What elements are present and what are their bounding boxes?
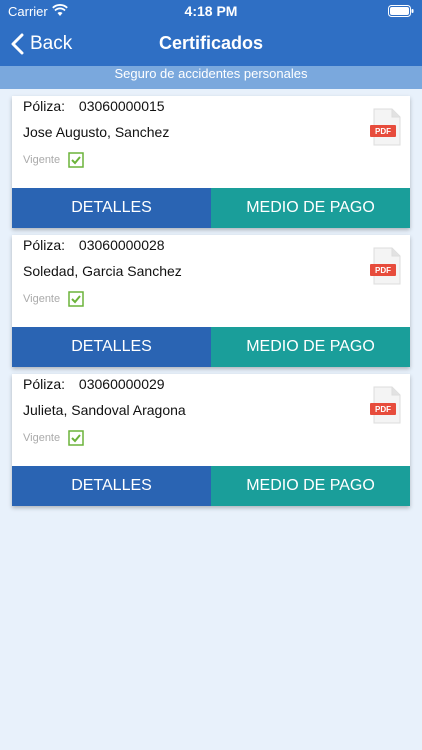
policy-number: 03060000028: [78, 237, 165, 253]
nav-header: Carrier 4:18 PM Back Certificados: [0, 0, 422, 66]
subtitle-bar: Seguro de accidentes personales: [0, 66, 422, 89]
certificate-card: Póliza: 03060000029 Julieta, Sandoval Ar…: [12, 374, 410, 506]
payment-method-button[interactable]: MEDIO DE PAGO: [211, 188, 410, 228]
status-row: Vigente: [23, 430, 84, 446]
checkbox-checked-icon: [68, 152, 84, 168]
holder-name: Jose Augusto, Sanchez: [23, 124, 170, 140]
status-row: Vigente: [23, 291, 84, 307]
policy-row: Póliza: 03060000015: [23, 98, 165, 114]
payment-method-button[interactable]: MEDIO DE PAGO: [211, 466, 410, 506]
battery-icon: [388, 5, 414, 17]
details-button[interactable]: DETALLES: [12, 466, 211, 506]
pdf-label: PDF: [375, 405, 391, 414]
page-title: Certificados: [158, 33, 264, 53]
pdf-file-icon[interactable]: PDF: [370, 108, 402, 146]
pdf-label: PDF: [375, 127, 391, 136]
holder-name: Julieta, Sandoval Aragona: [23, 402, 186, 418]
policy-number: 03060000029: [78, 376, 165, 392]
checkbox-checked-icon: [68, 430, 84, 446]
card-actions: DETALLES MEDIO DE PAGO: [12, 327, 410, 367]
status-label: Vigente: [23, 432, 61, 444]
holder-name: Soledad, Garcia Sanchez: [23, 263, 182, 279]
checkbox-checked-icon: [68, 291, 84, 307]
policy-row: Póliza: 03060000028: [23, 237, 165, 253]
pdf-file-icon[interactable]: PDF: [370, 247, 402, 285]
subtitle-text: Seguro de accidentes personales: [114, 66, 308, 81]
policy-label: Póliza:: [23, 237, 66, 253]
payment-method-button[interactable]: MEDIO DE PAGO: [211, 327, 410, 367]
status-bar: Carrier 4:18 PM: [0, 0, 422, 22]
certificate-card: Póliza: 03060000028 Soledad, Garcia Sanc…: [12, 235, 410, 367]
status-time: 4:18 PM: [184, 3, 238, 19]
details-button[interactable]: DETALLES: [12, 188, 211, 228]
policy-label: Póliza:: [23, 376, 66, 392]
policy-row: Póliza: 03060000029: [23, 376, 165, 392]
card-actions: DETALLES MEDIO DE PAGO: [12, 466, 410, 506]
policy-number: 03060000015: [78, 98, 165, 114]
status-label: Vigente: [23, 293, 61, 305]
status-row: Vigente: [23, 152, 84, 168]
details-button[interactable]: DETALLES: [12, 327, 211, 367]
certificate-card: Póliza: 03060000015 Jose Augusto, Sanche…: [12, 96, 410, 228]
pdf-file-icon[interactable]: PDF: [370, 386, 402, 424]
card-actions: DETALLES MEDIO DE PAGO: [12, 188, 410, 228]
policy-label: Póliza:: [23, 98, 66, 114]
pdf-label: PDF: [375, 266, 391, 275]
status-label: Vigente: [23, 154, 61, 166]
